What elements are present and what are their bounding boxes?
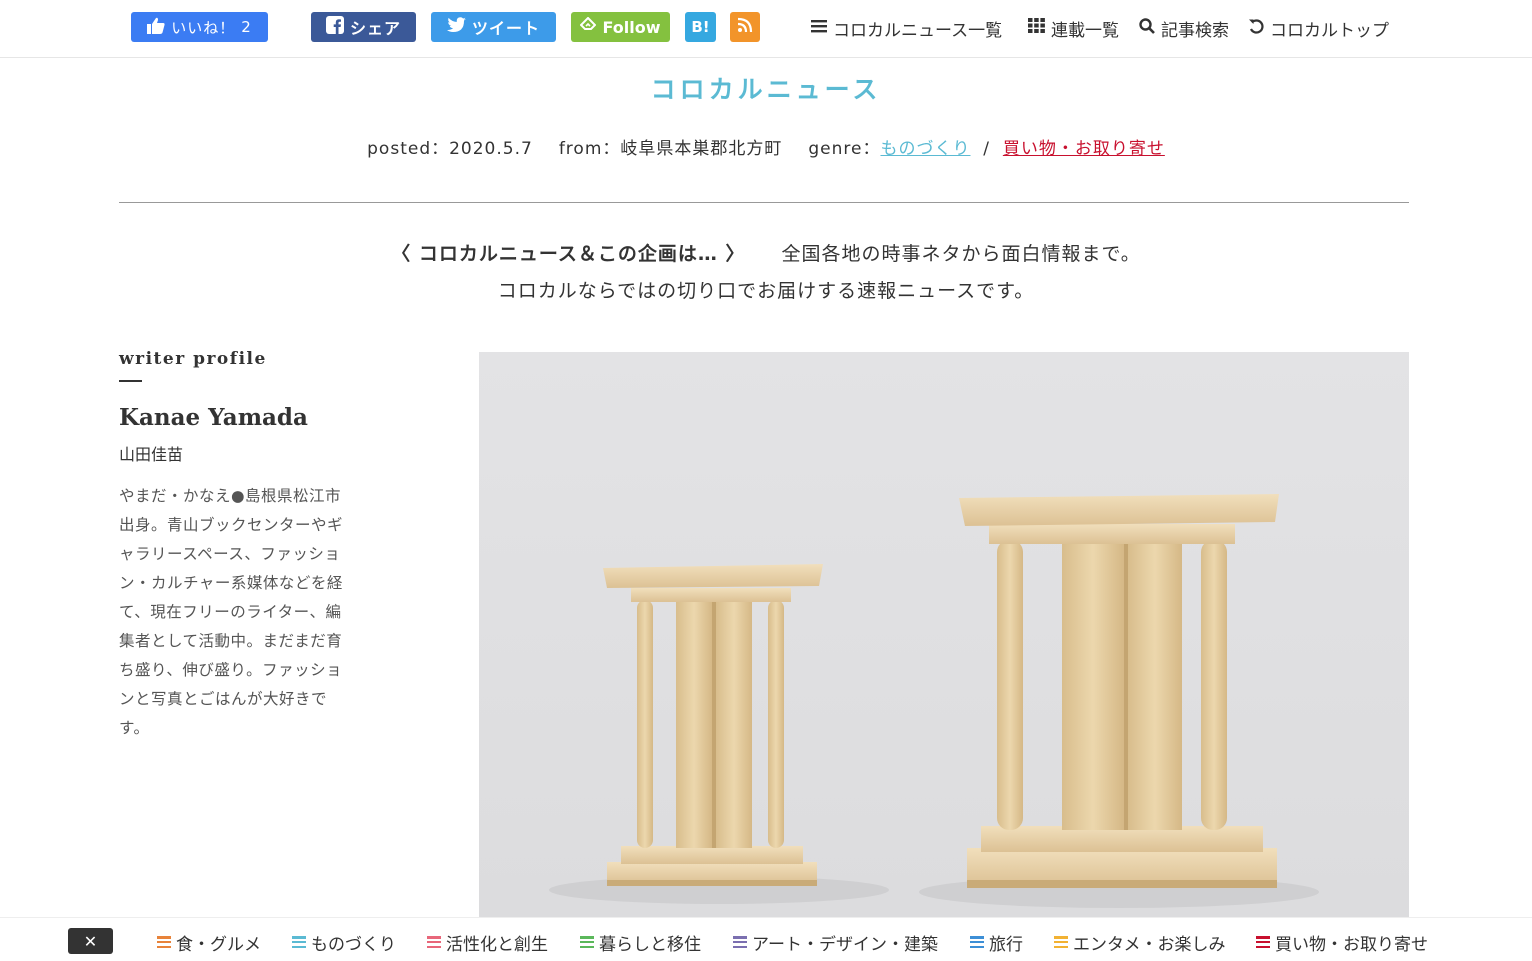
category-item[interactable]: アート・デザイン・建築: [733, 930, 938, 955]
hatena-bookmark-icon: B!: [691, 18, 710, 36]
category-item[interactable]: 買い物・お取り寄せ: [1256, 930, 1428, 955]
like-count: 2: [241, 18, 252, 36]
category-bars-icon: [157, 936, 171, 948]
nav-news-list-label: コロカルニュース一覧: [833, 20, 1003, 41]
rss-icon: [737, 17, 753, 37]
share-label: シェア: [349, 19, 401, 38]
from-place: 岐阜県本巣郡北方町: [620, 139, 783, 159]
category-bars-icon: [733, 936, 747, 948]
category-label: 旅行: [989, 934, 1023, 955]
category-item[interactable]: エンタメ・お楽しみ: [1054, 930, 1226, 955]
thumbs-up-icon: [147, 17, 165, 38]
writer-profile-heading: writer profile: [119, 349, 267, 369]
about-line2: コロカルならではの切り口でお届けする速報ニュースです。: [497, 280, 1035, 302]
posted-date: 2020.5.7: [449, 139, 533, 159]
category-bars-icon: [1256, 936, 1270, 948]
category-label: 買い物・お取り寄せ: [1275, 934, 1428, 955]
nav-colocal-top-label: コロカルトップ: [1270, 20, 1389, 41]
category-label: アート・デザイン・建築: [752, 934, 938, 955]
genre-link-monozukuri[interactable]: ものづくり: [880, 139, 970, 159]
category-bars-icon: [427, 936, 441, 948]
writer-bio: やまだ・かなえ●島根県松江市出身。青山ブックセンターやギャラリースペース、ファッ…: [119, 487, 344, 737]
writer-name-ja: 山田佳苗: [119, 445, 184, 464]
undo-icon: [1248, 18, 1264, 39]
feedly-icon: [580, 16, 597, 37]
writer-profile-rule: [119, 380, 142, 382]
category-label: エンタメ・お楽しみ: [1073, 934, 1226, 955]
category-item[interactable]: 暮らしと移住: [580, 930, 701, 955]
from-label: from：: [558, 139, 621, 159]
nav-series-list-label: 連載一覧: [1051, 20, 1119, 41]
nav-series-list[interactable]: 連載一覧: [1028, 15, 1119, 41]
category-label: 活性化と創生: [446, 934, 548, 955]
nav-news-list[interactable]: コロカルニュース一覧: [811, 15, 1002, 41]
about-title: 〈 コロカルニュース＆この企画は… 〉: [391, 243, 746, 265]
category-bars-icon: [292, 936, 306, 948]
genre-separator: /: [983, 139, 991, 159]
nav-article-search-label: 記事検索: [1161, 20, 1229, 41]
facebook-icon: [325, 16, 344, 38]
category-item[interactable]: 活性化と創生: [427, 930, 548, 955]
category-bars-icon: [1054, 936, 1068, 948]
grid-icon: [1028, 18, 1045, 38]
feedly-follow-button[interactable]: Follow: [571, 12, 670, 42]
menu-list-icon: [811, 18, 827, 38]
nav-colocal-top[interactable]: コロカルトップ: [1248, 15, 1389, 41]
category-item[interactable]: 食・グルメ: [157, 930, 261, 955]
article-meta: posted：2020.5.7 from：岐阜県本巣郡北方町 genre：ものづくり…: [0, 134, 1532, 159]
about-line1: 全国各地の時事ネタから面白情報まで。: [781, 243, 1141, 265]
category-label: 暮らしと移住: [599, 934, 701, 955]
like-label: いいね！: [171, 18, 236, 37]
top-bar: いいね！ 2 シェア ツイート Follow B! コロカルニュース一覧 連載一…: [0, 0, 1532, 58]
follow-label: Follow: [602, 17, 661, 37]
article-photo: [479, 352, 1409, 918]
nav-article-search[interactable]: 記事検索: [1139, 15, 1229, 41]
genre-link-shopping[interactable]: 買い物・お取り寄せ: [1003, 139, 1165, 159]
category-label: ものづくり: [311, 934, 396, 955]
tweet-button[interactable]: ツイート: [431, 12, 556, 42]
posted-label: posted：: [367, 139, 450, 159]
like-button[interactable]: いいね！ 2: [131, 12, 268, 42]
search-icon: [1139, 17, 1155, 39]
genre-label: genre：: [808, 139, 881, 159]
category-bars-icon: [970, 936, 984, 948]
facebook-share-button[interactable]: シェア: [311, 12, 416, 42]
rss-button[interactable]: [730, 12, 760, 42]
category-label: 食・グルメ: [176, 934, 261, 955]
hatena-bookmark-button[interactable]: B!: [685, 12, 716, 42]
writer-name-en: Kanae Yamada: [119, 404, 308, 431]
tweet-label: ツイート: [471, 19, 540, 38]
section-title[interactable]: コロカルニュース: [0, 70, 1532, 106]
header-divider: [119, 202, 1409, 203]
close-button[interactable]: ✕: [68, 928, 113, 954]
category-item[interactable]: ものづくり: [292, 930, 396, 955]
category-bar: ✕ 食・グルメ ものづくり 活性化と創生 暮らしと移住 アート・デザイン・建築 旅行 エンタ…: [0, 917, 1532, 961]
twitter-icon: [446, 17, 466, 37]
category-bars-icon: [580, 936, 594, 948]
about-section: 〈 コロカルニュース＆この企画は… 〉 全国各地の時事ネタから面白情報まで。 コロ…: [0, 236, 1532, 310]
category-item[interactable]: 旅行: [970, 930, 1023, 955]
